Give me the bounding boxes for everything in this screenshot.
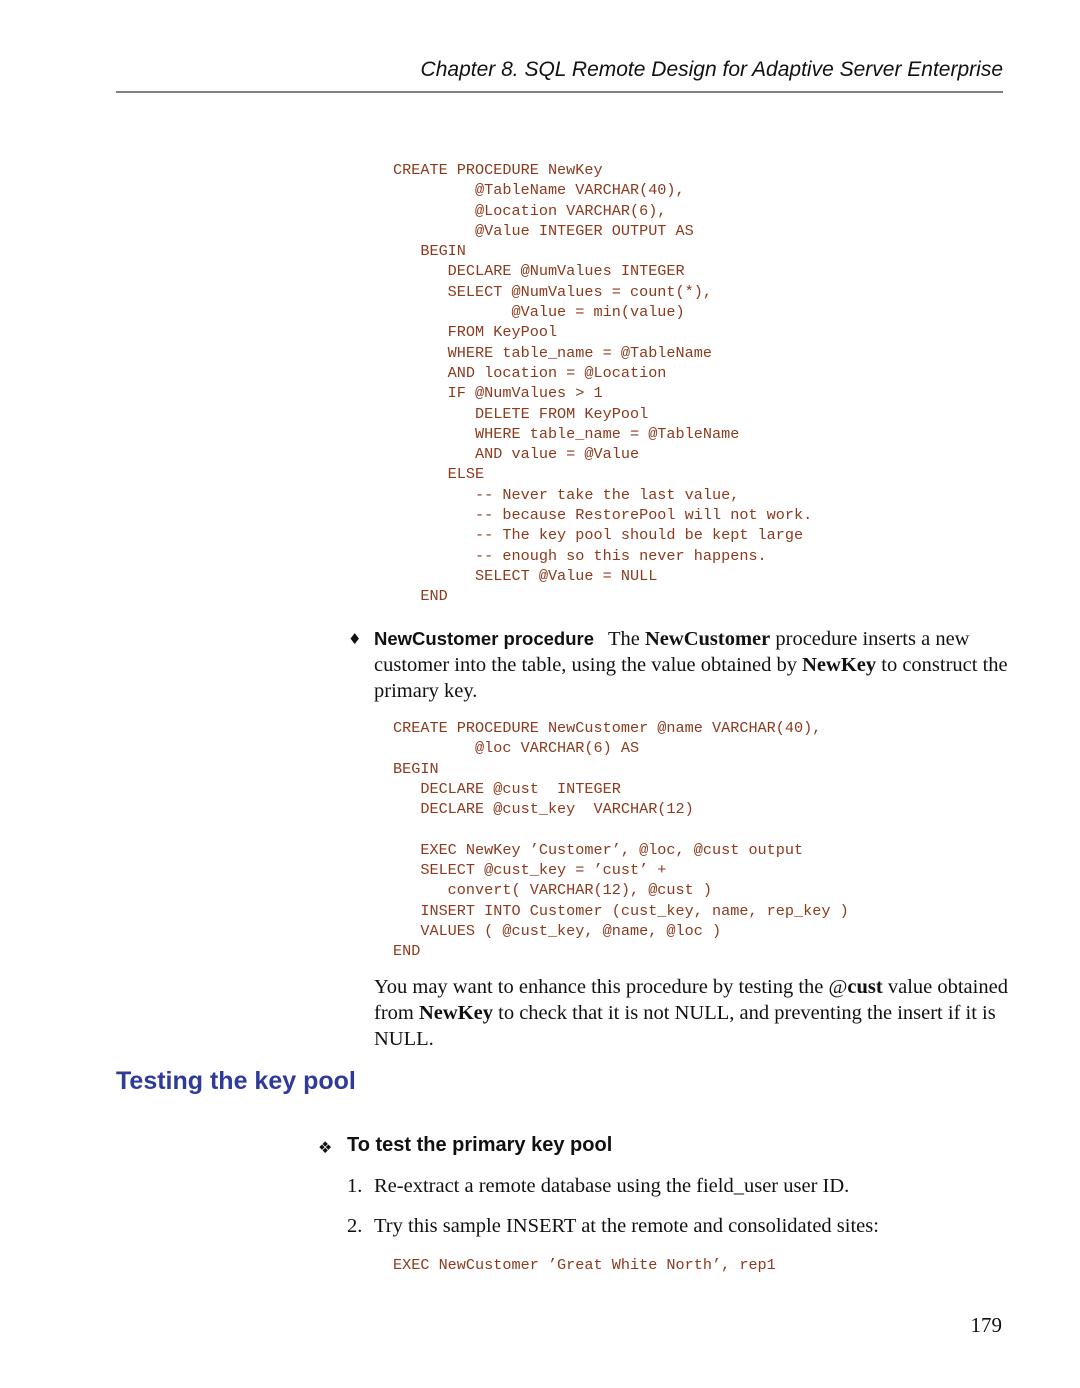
code-line: SELECT @Value = NULL (393, 566, 658, 585)
bold-term: cust (847, 976, 883, 998)
code-line: FROM KeyPool (393, 323, 558, 342)
procedure-step: 1. Re-extract a remote database using the… (347, 1173, 849, 1199)
enhancement-note: You may want to enhance this procedure b… (374, 974, 1014, 1052)
code-line: AND value = @Value (393, 445, 640, 464)
code-line: @Value INTEGER OUTPUT AS (393, 221, 694, 240)
code-line: DELETE FROM KeyPool (393, 404, 649, 423)
code-line: -- because RestorePool will not work. (393, 506, 813, 525)
header-rule (116, 91, 1003, 93)
bold-term: NewCustomer (645, 628, 771, 650)
code-line: END (393, 587, 448, 606)
text-run: @ (828, 976, 848, 998)
code-line: VALUES ( @cust_key, @name, @loc ) (393, 921, 722, 940)
code-line: -- enough so this never happens. (393, 546, 767, 565)
code-line: CREATE PROCEDURE NewCustomer @name VARCH… (393, 719, 822, 737)
code-line: BEGIN (393, 242, 466, 261)
step-text: Re-extract a remote database using the f… (374, 1175, 850, 1197)
code-line: IF @NumValues > 1 (393, 384, 603, 403)
code-line: AND location = @Location (393, 363, 667, 382)
code-line: @Location VARCHAR(6), (393, 201, 667, 220)
code-line: ELSE (393, 465, 485, 484)
code-line: DECLARE @cust INTEGER (393, 779, 621, 798)
code-line: EXEC NewKey ’Customer’, @loc, @cust outp… (393, 840, 804, 859)
code-line: CREATE PROCEDURE NewKey (393, 161, 603, 179)
procedure-diamond-icon: ❖ (318, 1138, 333, 1157)
procedure-heading: To test the primary key pool (347, 1134, 613, 1156)
code-line: -- The key pool should be kept large (393, 526, 804, 545)
code-line: convert( VARCHAR(12), @cust ) (393, 881, 712, 900)
code-line: @loc VARCHAR(6) AS (393, 739, 640, 758)
bold-term: NewKey (802, 654, 877, 676)
code-line: BEGIN (393, 759, 439, 778)
code-block-newkey: CREATE PROCEDURE NewKey @TableName VARCH… (393, 160, 812, 607)
code-block-newcustomer: CREATE PROCEDURE NewCustomer @name VARCH… (393, 718, 849, 962)
chapter-header-title: Chapter 8. SQL Remote Design for Adaptiv… (420, 58, 1003, 81)
newcustomer-description: NewCustomer procedure The NewCustomer pro… (374, 626, 1014, 704)
code-sample-insert: EXEC NewCustomer ’Great White North’, re… (393, 1256, 776, 1274)
code-line: END (393, 942, 421, 961)
code-line: DECLARE @cust_key VARCHAR(12) (393, 800, 694, 819)
code-line: DECLARE @NumValues INTEGER (393, 262, 685, 281)
run-in-heading: NewCustomer procedure (374, 628, 594, 649)
procedure-step: 2. Try this sample INSERT at the remote a… (347, 1213, 879, 1239)
code-line: WHERE table_name = @TableName (393, 424, 740, 443)
step-text: Try this sample INSERT at the remote and… (374, 1215, 879, 1237)
step-number: 1. (347, 1175, 363, 1197)
bold-term: NewKey (418, 1002, 493, 1024)
step-number: 2. (347, 1215, 363, 1237)
code-line: -- Never take the last value, (393, 485, 740, 504)
page-number: 179 (970, 1313, 1003, 1337)
code-line: SELECT @cust_key = ’cust’ + (393, 861, 667, 880)
code-line: WHERE table_name = @TableName (393, 343, 712, 362)
code-line: SELECT @NumValues = count(*), (393, 282, 712, 301)
text-run: The (608, 628, 645, 650)
section-heading: Testing the key pool (116, 1067, 356, 1095)
diamond-bullet-icon: ♦ (348, 630, 362, 648)
code-line: @Value = min(value) (393, 303, 685, 322)
text-run: You may want to enhance this procedure b… (374, 976, 829, 998)
code-line: @TableName VARCHAR(40), (393, 181, 685, 200)
code-line: INSERT INTO Customer (cust_key, name, re… (393, 901, 849, 920)
